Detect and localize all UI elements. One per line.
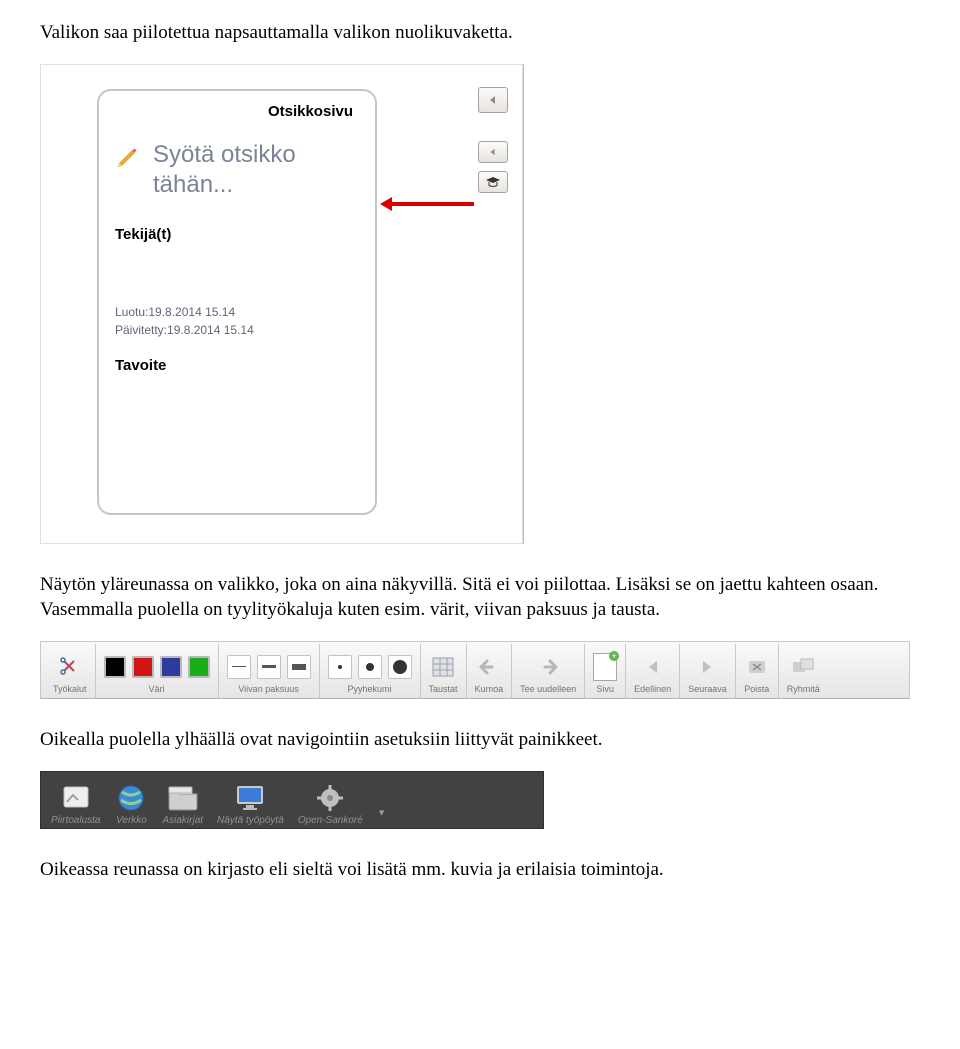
nav-item-board[interactable]: Piirtoalusta	[51, 783, 100, 826]
title-placeholder: Syötä otsikko tähän...	[153, 140, 359, 200]
screenshot-title-page: Otsikkosivu Syötä otsikko tähän... Tekij…	[40, 64, 524, 544]
updated-date: Päivitetty:19.8.2014 15.14	[115, 321, 359, 339]
tool-label-bg: Taustat	[429, 684, 458, 694]
tool-label-color: Väri	[149, 684, 165, 694]
tool-group-redo: Tee uudelleen	[512, 644, 585, 698]
color-swatch-blue[interactable]	[160, 656, 182, 678]
nav-label-board: Piirtoalusta	[51, 815, 100, 826]
color-swatch-black[interactable]	[104, 656, 126, 678]
redo-icon[interactable]	[535, 655, 561, 679]
education-icon[interactable]	[478, 171, 508, 193]
new-page-icon[interactable]: +	[593, 653, 617, 681]
globe-icon	[114, 783, 148, 813]
chevron-down-icon[interactable]: ▾	[379, 806, 385, 826]
style-toolbar: Työkalut Väri Viivan paksuus Pyyhekumi	[40, 641, 910, 699]
nav-item-docs[interactable]: Asiakirjat	[162, 783, 203, 826]
nav-item-desktop[interactable]: Näytä työpöytä	[217, 783, 284, 826]
stroke-thin[interactable]	[227, 655, 251, 679]
tool-group-tools: Työkalut	[45, 644, 96, 698]
nav-item-web[interactable]: Verkko	[114, 783, 148, 826]
goal-label: Tavoite	[115, 357, 359, 374]
tool-group-bg: Taustat	[421, 644, 467, 698]
tool-label-del: Poista	[744, 684, 769, 694]
title-page-panel: Otsikkosivu Syötä otsikko tähän... Tekij…	[40, 64, 523, 544]
collapse-left-icon[interactable]	[478, 87, 508, 113]
paragraph-1: Valikon saa piilotettua napsauttamalla v…	[40, 20, 920, 46]
tool-group-del: Poista	[736, 644, 779, 698]
tool-label-group: Ryhmitä	[787, 684, 820, 694]
collapse-panel-icon[interactable]	[478, 141, 508, 163]
tool-group-undo: Kumoa	[467, 644, 513, 698]
tool-group-prev: Edellinen	[626, 644, 680, 698]
eraser-large[interactable]	[388, 655, 412, 679]
page-title-label: Otsikkosivu	[115, 103, 359, 120]
tool-group-group: Ryhmitä	[779, 644, 828, 698]
paragraph-2: Näytön yläreunassa on valikko, joka on a…	[40, 572, 920, 623]
paragraph-3: Oikealla puolella ylhäällä ovat navigoin…	[40, 727, 920, 753]
eraser-med[interactable]	[358, 655, 382, 679]
group-icon[interactable]	[790, 655, 816, 679]
color-swatch-green[interactable]	[188, 656, 210, 678]
tool-label-redo: Tee uudelleen	[520, 684, 576, 694]
folder-icon	[166, 783, 200, 813]
tool-group-next: Seuraava	[680, 644, 736, 698]
nav-label-app: Open-Sankoré	[298, 815, 363, 826]
board-icon	[59, 783, 93, 813]
nav-label-docs: Asiakirjat	[162, 815, 203, 826]
tool-label-page: Sivu	[596, 684, 614, 694]
scissors-icon[interactable]	[58, 655, 82, 679]
tool-label-tools: Työkalut	[53, 684, 87, 694]
created-date: Luotu:19.8.2014 15.14	[115, 303, 359, 321]
tool-label-line: Viivan paksuus	[238, 684, 298, 694]
tool-group-line: Viivan paksuus	[219, 644, 320, 698]
tool-label-eraser: Pyyhekumi	[348, 684, 392, 694]
undo-icon[interactable]	[476, 655, 502, 679]
red-arrow-annotation	[380, 195, 476, 201]
eraser-small[interactable]	[328, 655, 352, 679]
page-card: Otsikkosivu Syötä otsikko tähän... Tekij…	[97, 89, 377, 515]
tool-group-page: + Sivu	[585, 644, 626, 698]
stroke-thick[interactable]	[287, 655, 311, 679]
tool-group-eraser: Pyyhekumi	[320, 644, 421, 698]
paragraph-4: Oikeassa reunassa on kirjasto eli sieltä…	[40, 857, 920, 883]
delete-icon[interactable]	[744, 655, 770, 679]
grid-icon[interactable]	[430, 655, 456, 679]
pencil-icon	[115, 144, 141, 170]
tool-group-color: Väri	[96, 644, 219, 698]
tool-label-undo: Kumoa	[475, 684, 504, 694]
gear-icon	[313, 783, 347, 813]
stroke-med[interactable]	[257, 655, 281, 679]
nav-item-app[interactable]: Open-Sankoré	[298, 783, 363, 826]
tool-label-next: Seuraava	[688, 684, 727, 694]
side-toggle-panel	[478, 87, 508, 193]
color-swatch-red[interactable]	[132, 656, 154, 678]
title-input-row[interactable]: Syötä otsikko tähän...	[115, 140, 359, 200]
next-page-icon[interactable]	[694, 655, 720, 679]
tool-label-prev: Edellinen	[634, 684, 671, 694]
nav-label-desktop: Näytä työpöytä	[217, 815, 284, 826]
authors-label: Tekijä(t)	[115, 226, 359, 243]
monitor-icon	[233, 783, 267, 813]
nav-label-web: Verkko	[116, 815, 147, 826]
prev-page-icon[interactable]	[640, 655, 666, 679]
nav-toolbar: Piirtoalusta Verkko Asiakirjat Näytä työ…	[40, 771, 544, 829]
